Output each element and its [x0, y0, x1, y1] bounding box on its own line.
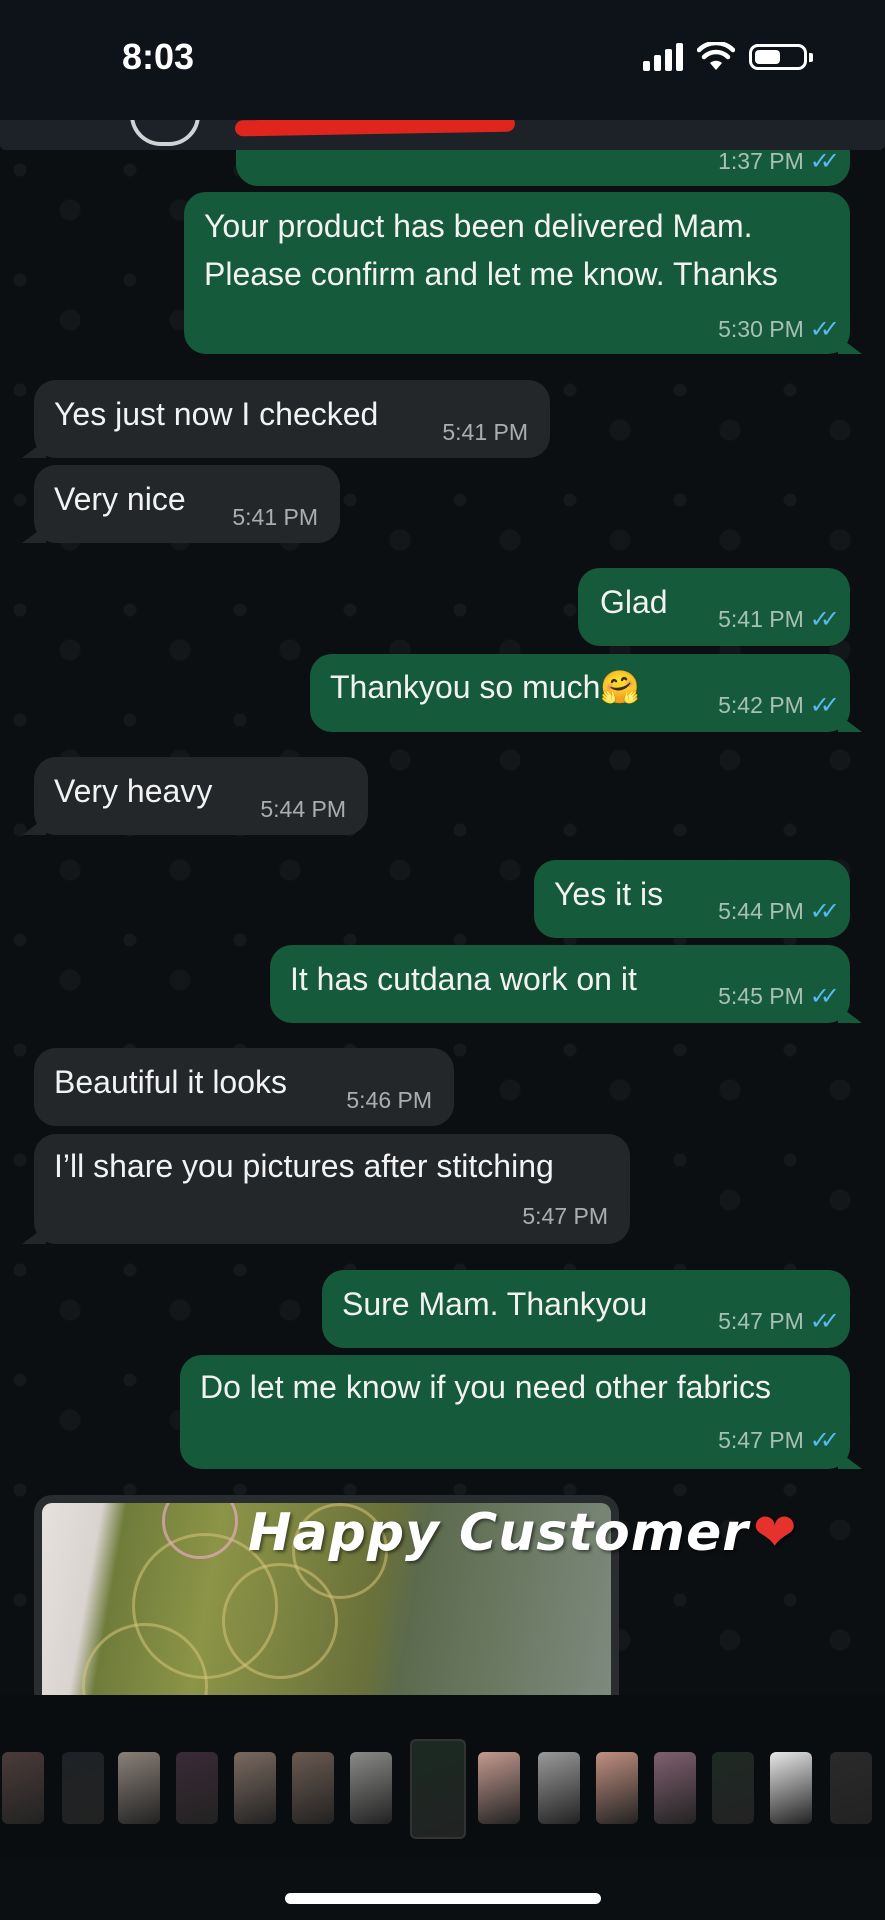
thumbnail[interactable]	[830, 1752, 872, 1824]
heart-icon: ❤	[752, 1503, 798, 1563]
message-bubble-outgoing[interactable]: Your product has been delivered Mam. Ple…	[184, 192, 862, 354]
thumbnail[interactable]	[176, 1752, 218, 1824]
message-text: It has cutdana work on it	[290, 961, 637, 997]
message-text: Yes just now I checked	[54, 396, 379, 432]
signal-icon	[643, 43, 683, 71]
double-check-icon: ✓✓	[809, 316, 840, 343]
thumbnail[interactable]	[118, 1752, 160, 1824]
message-time: 5:30 PM ✓✓	[718, 316, 840, 343]
message-text: I’ll share you pictures after stitching	[54, 1148, 554, 1184]
message-bubble-incoming[interactable]: I’ll share you pictures after stitching …	[22, 1134, 630, 1244]
thumbnail[interactable]	[2, 1752, 44, 1824]
message-time: 5:44 PM	[260, 796, 346, 822]
message-text: Glad	[600, 584, 668, 620]
status-bar: 8:03	[0, 0, 885, 120]
message-time: 1:37 PM ✓✓	[718, 150, 840, 176]
message-bubble-outgoing[interactable]: Do let me know if you need other fabrics…	[180, 1355, 862, 1469]
message-text: Yes it is	[554, 876, 664, 912]
double-check-icon: ✓✓	[809, 692, 840, 719]
message-time: 5:42 PM ✓✓	[718, 692, 840, 719]
double-check-icon: ✓✓	[809, 898, 840, 925]
message-time: 5:44 PM ✓✓	[718, 898, 840, 925]
thumbnail[interactable]	[478, 1752, 520, 1824]
thumbnail[interactable]	[234, 1752, 276, 1824]
thumbnail[interactable]	[654, 1752, 696, 1824]
status-icons	[643, 42, 813, 72]
message-text: Very heavy	[54, 773, 213, 809]
message-bubble-outgoing[interactable]: It has cutdana work on it 5:45 PM ✓✓	[270, 945, 862, 1023]
message-time: 5:41 PM ✓✓	[718, 606, 840, 633]
double-check-icon: ✓✓	[809, 1308, 840, 1335]
message-text: Sure Mam. Thankyou	[342, 1286, 648, 1322]
wifi-icon	[697, 42, 735, 70]
message-bubble-outgoing[interactable]: Yes it is 5:44 PM ✓✓	[534, 860, 850, 938]
chat-messages[interactable]: longer 1:37 PM✓✓ Your product has been d…	[0, 150, 885, 1695]
double-check-icon: ✓✓	[809, 150, 840, 175]
message-text: Please confirm and let me know. Thanks	[204, 256, 778, 292]
message-bubble-incoming[interactable]: Yes just now I checked 5:41 PM	[22, 380, 550, 458]
status-time: 8:03	[122, 36, 195, 77]
message-bubble-incoming[interactable]: Very heavy 5:44 PM	[22, 757, 368, 835]
message-time: 5:47 PM ✓✓	[718, 1427, 840, 1454]
message-time: 5:47 PM ✓✓	[718, 1308, 840, 1335]
message-time: 5:45 PM ✓✓	[718, 983, 840, 1010]
thumbnail[interactable]	[596, 1752, 638, 1824]
thumbnail[interactable]	[292, 1752, 334, 1824]
chat-header[interactable]	[0, 106, 885, 150]
message-bubble-outgoing[interactable]: longer 1:37 PM✓✓	[236, 150, 850, 186]
message-bubble-outgoing[interactable]: Thankyou so much🤗 5:42 PM ✓✓	[310, 654, 862, 732]
message-bubble-incoming[interactable]: Beautiful it looks 5:46 PM	[34, 1048, 454, 1126]
message-time: 5:47 PM	[522, 1203, 608, 1229]
battery-icon	[749, 44, 813, 70]
thumbnail-strip[interactable]	[0, 1695, 885, 1860]
double-check-icon: ✓✓	[809, 1427, 840, 1454]
thumbnail[interactable]	[62, 1752, 104, 1824]
double-check-icon: ✓✓	[809, 983, 840, 1010]
message-text: Thankyou so much🤗	[330, 669, 641, 705]
thumbnail[interactable]	[538, 1752, 580, 1824]
message-text: Beautiful it looks	[54, 1064, 288, 1100]
message-bubble-incoming[interactable]: Very nice 5:41 PM	[22, 465, 340, 543]
message-time: 5:46 PM	[346, 1087, 432, 1113]
message-bubble-outgoing[interactable]: Glad 5:41 PM ✓✓	[578, 568, 850, 646]
message-text: Do let me know if you need other fabrics	[200, 1369, 771, 1405]
message-time: 5:41 PM	[442, 419, 528, 445]
double-check-icon: ✓✓	[809, 606, 840, 633]
message-text: Your product has been delivered Mam.	[204, 208, 753, 244]
thumbnail[interactable]	[712, 1752, 754, 1824]
media-caption: Happy Customer❤	[248, 1503, 798, 1563]
message-time: 5:41 PM	[232, 504, 318, 530]
message-text: Very nice	[54, 481, 186, 517]
thumbnail[interactable]	[770, 1752, 812, 1824]
thumbnail[interactable]	[410, 1739, 466, 1839]
thumbnail[interactable]	[350, 1752, 392, 1824]
message-bubble-outgoing[interactable]: Sure Mam. Thankyou 5:47 PM ✓✓	[322, 1270, 850, 1348]
home-indicator[interactable]	[285, 1893, 601, 1904]
